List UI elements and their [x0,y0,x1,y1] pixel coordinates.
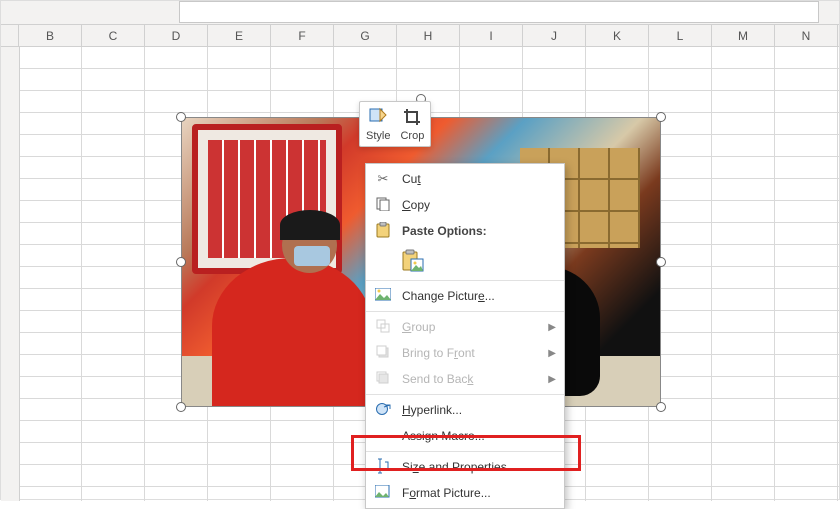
col-header[interactable]: I [460,25,523,46]
size-properties-icon [372,458,394,477]
hyperlink-icon [372,402,394,419]
col-header[interactable]: C [82,25,145,46]
menu-bring-to-front: Bring to Front ▶ [366,340,564,366]
col-header[interactable]: K [586,25,649,46]
col-header[interactable]: E [208,25,271,46]
crop-icon [401,106,423,128]
resize-handle[interactable] [176,257,186,267]
crop-button[interactable]: Crop [400,106,424,142]
menu-separator [366,451,564,452]
column-headers-row: B C D E F G H I J K L M N [1,25,839,47]
group-icon [372,319,394,336]
col-header[interactable]: N [775,25,838,46]
col-header[interactable]: D [145,25,208,46]
crop-label: Crop [400,130,424,142]
picture-mini-toolbar: Style Crop [359,101,431,147]
menu-format-picture[interactable]: Format Picture... [366,480,564,506]
col-header[interactable]: F [271,25,334,46]
resize-handle[interactable] [176,402,186,412]
menu-change-picture[interactable]: Change Picture... [366,283,564,309]
menu-hyperlink[interactable]: Hyperlink... [366,397,564,423]
col-header[interactable]: H [397,25,460,46]
format-picture-icon [372,485,394,502]
send-back-icon [372,371,394,388]
paste-picture-icon [402,249,424,273]
col-header[interactable]: G [334,25,397,46]
menu-size-and-properties[interactable]: Size and Properties... [366,454,564,480]
menu-paste-options-header: Paste Options: [366,218,564,244]
select-all-corner[interactable] [1,25,19,46]
menu-copy[interactable]: Copy [366,192,564,218]
submenu-arrow-icon: ▶ [548,374,556,385]
col-header[interactable]: L [649,25,712,46]
menu-cut[interactable]: ✂ Cut [366,166,564,192]
menu-separator [366,280,564,281]
cut-icon: ✂ [372,171,394,187]
formula-bar [1,1,839,25]
col-header[interactable]: B [19,25,82,46]
copy-icon [372,197,394,214]
change-picture-icon [372,288,394,305]
menu-group: Group ▶ [366,314,564,340]
paste-header-icon [372,222,394,241]
resize-handle[interactable] [176,112,186,122]
menu-paste-picture[interactable] [366,244,564,278]
style-icon [367,106,389,128]
menu-separator [366,394,564,395]
resize-handle[interactable] [656,402,666,412]
resize-handle[interactable] [656,257,666,267]
menu-assign-macro[interactable]: Assign Macro... [366,423,564,449]
col-header[interactable]: M [712,25,775,46]
style-label: Style [366,130,390,142]
menu-send-to-back: Send to Back ▶ [366,366,564,392]
style-button[interactable]: Style [366,106,390,142]
col-header[interactable]: J [523,25,586,46]
worksheet-grid[interactable]: Style Crop ✂ Cut Copy Paste Options: [1,47,839,501]
bring-front-icon [372,345,394,362]
submenu-arrow-icon: ▶ [548,348,556,359]
resize-handle[interactable] [656,112,666,122]
menu-separator [366,311,564,312]
formula-input[interactable] [179,1,819,23]
picture-context-menu: ✂ Cut Copy Paste Options: Change [365,163,565,509]
submenu-arrow-icon: ▶ [548,322,556,333]
